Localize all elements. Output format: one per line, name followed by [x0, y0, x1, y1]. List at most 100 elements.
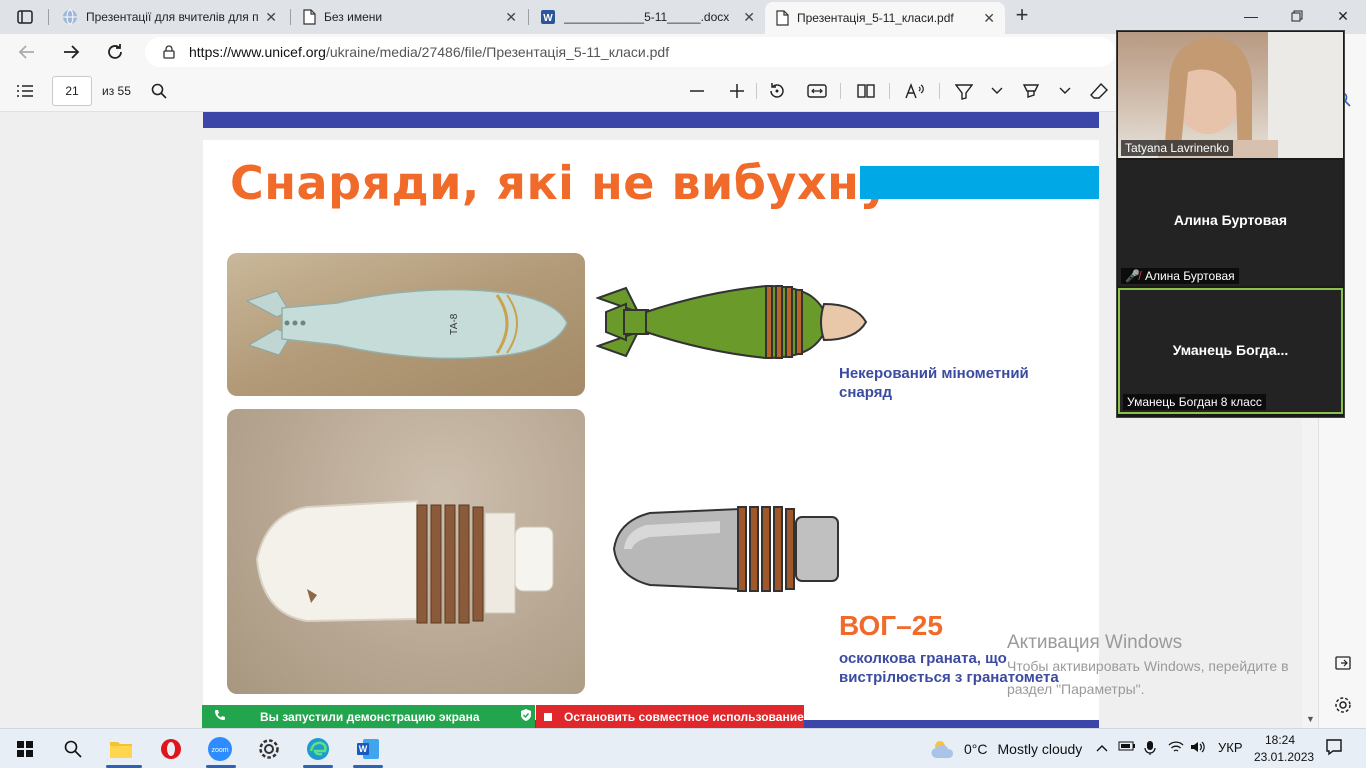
microphone-icon[interactable]: [1144, 740, 1156, 759]
close-icon[interactable]: ✕: [265, 9, 277, 26]
refresh-button[interactable]: [102, 39, 128, 65]
participant-display-name: Алина Буртовая: [1173, 212, 1288, 228]
show-hidden-icons-button[interactable]: [1096, 740, 1108, 755]
vog-name: ВОГ–25: [839, 610, 943, 641]
temperature: 0°C: [964, 741, 988, 757]
highlight-button[interactable]: [1020, 80, 1042, 102]
search-icon: [64, 740, 82, 758]
gear-icon: [1335, 697, 1351, 713]
volume-icon[interactable]: [1190, 740, 1206, 757]
settings-app-button[interactable]: [256, 736, 282, 762]
tab-presentations[interactable]: Презентації для вчителів для пр ✕: [52, 2, 287, 32]
minimize-button[interactable]: —: [1228, 4, 1274, 28]
rotate-button[interactable]: [766, 80, 788, 102]
close-icon: ✕: [1337, 7, 1349, 24]
svg-text:W: W: [543, 13, 553, 24]
video-tile-tatyana[interactable]: Tatyana Lavrinenko: [1118, 32, 1343, 158]
system-clock[interactable]: 18:24 23.01.2023: [1254, 732, 1314, 766]
title-accent-bar: [860, 166, 1099, 199]
zoom-out-button[interactable]: [686, 80, 708, 102]
stop-icon: [544, 712, 552, 721]
watermark-line-2: раздел "Параметры".: [1007, 681, 1145, 697]
mortar-caption: Некерований мінометний снаряд: [839, 365, 1029, 401]
zoom-video-panel[interactable]: Tatyana Lavrinenko Алина Буртовая 🎤̸ Алин…: [1116, 30, 1345, 418]
weather-widget[interactable]: 0°C Mostly cloudy: [930, 738, 1082, 760]
new-tab-button[interactable]: +: [1010, 4, 1034, 28]
draw-options-button[interactable]: [986, 80, 1008, 102]
file-explorer-button[interactable]: [108, 736, 134, 762]
back-button[interactable]: [14, 39, 40, 65]
cloudy-icon: [931, 741, 954, 758]
tab-title: Без имени: [324, 10, 383, 24]
pdf-page: Снаряди, які не вибухнули ТА-8 Некерован…: [203, 140, 1099, 728]
page-view-button[interactable]: [855, 80, 877, 102]
erase-button[interactable]: [1088, 80, 1110, 102]
svg-text:W: W: [359, 744, 368, 754]
scroll-down-icon[interactable]: ▼: [1306, 714, 1315, 724]
svg-text:zoom: zoom: [211, 747, 228, 754]
windows-taskbar: zoom W 0°C Mostly cloudy УКР 18:24 23.01…: [0, 728, 1366, 768]
find-button[interactable]: [148, 80, 170, 102]
close-icon[interactable]: ✕: [505, 9, 517, 26]
edge-icon: [307, 738, 329, 760]
settings-button[interactable]: [1332, 694, 1354, 716]
folder-icon: [110, 742, 132, 758]
svg-text:ТА-8: ТА-8: [449, 313, 460, 335]
tab-separator: [528, 9, 529, 25]
close-window-button[interactable]: ✕: [1320, 4, 1366, 28]
fit-width-icon: [807, 84, 827, 98]
opera-button[interactable]: [158, 736, 184, 762]
wifi-icon[interactable]: [1168, 740, 1184, 757]
tab-title: Презентація_5-11_класи.pdf: [797, 11, 954, 25]
refresh-icon: [108, 44, 122, 59]
edge-button[interactable]: [305, 736, 331, 762]
arrow-left-icon: [18, 45, 34, 59]
address-bar[interactable]: https://www.unicef.org/ukraine/media/274…: [145, 37, 1115, 67]
tab-separator: [290, 9, 291, 25]
draw-button[interactable]: [953, 80, 975, 102]
rotate-icon: [770, 83, 784, 98]
notifications-button[interactable]: [1325, 738, 1343, 759]
shield-icon: [520, 708, 532, 725]
windows-logo-icon: [17, 741, 33, 757]
start-button[interactable]: [12, 736, 38, 762]
video-tile-alina[interactable]: Алина Буртовая 🎤̸ Алина Буртовая: [1118, 160, 1343, 286]
restore-icon: [1291, 10, 1303, 22]
chevron-down-icon: [991, 87, 1003, 94]
opera-icon: [161, 739, 181, 759]
sidebar-toggle-button[interactable]: [1332, 652, 1354, 674]
input-language[interactable]: УКР: [1218, 740, 1243, 755]
share-status-text: Вы запустили демонстрацию экрана: [260, 709, 480, 724]
forward-button[interactable]: [58, 39, 84, 65]
contents-button[interactable]: [14, 80, 36, 102]
taskbar-search-button[interactable]: [60, 736, 86, 762]
video-tile-bogdan[interactable]: Уманець Богда... Уманець Богдан 8 класс: [1118, 288, 1343, 414]
zoom-in-button[interactable]: [726, 80, 748, 102]
page-number-input[interactable]: 21: [52, 76, 92, 106]
close-icon[interactable]: ✕: [983, 10, 995, 27]
url-host: https://www.unicef.org: [189, 44, 326, 60]
restore-button[interactable]: [1274, 4, 1320, 28]
battery-icon[interactable]: [1118, 740, 1136, 755]
word-icon: W: [541, 10, 555, 24]
highlight-options-button[interactable]: [1054, 80, 1076, 102]
slide-title: Снаряди, які не вибухнули: [230, 156, 957, 210]
stop-share-button[interactable]: Остановить совместное использование: [536, 705, 804, 728]
fit-width-button[interactable]: [806, 80, 828, 102]
tab-separator: [48, 9, 49, 25]
page-count: из 55: [102, 84, 131, 98]
word-app-button[interactable]: W: [355, 736, 381, 762]
eraser-icon: [1090, 82, 1108, 99]
read-aloud-button[interactable]: [904, 80, 926, 102]
zoom-app-button[interactable]: zoom: [207, 736, 233, 762]
participant-name: Tatyana Lavrinenko: [1121, 140, 1234, 156]
tab-docx[interactable]: W ____________5-11_____.docx ✕: [530, 2, 765, 32]
close-icon[interactable]: ✕: [743, 9, 755, 26]
document-icon: [776, 10, 789, 26]
participant-display-name: Уманець Богда...: [1172, 342, 1289, 358]
tab-untitled[interactable]: Без имени ✕: [292, 2, 527, 32]
toolbar-separator: [840, 83, 841, 99]
tab-pdf-active[interactable]: Презентація_5-11_класи.pdf ✕: [765, 2, 1005, 34]
tab-actions-button[interactable]: [8, 5, 42, 29]
gear-icon: [259, 739, 279, 759]
